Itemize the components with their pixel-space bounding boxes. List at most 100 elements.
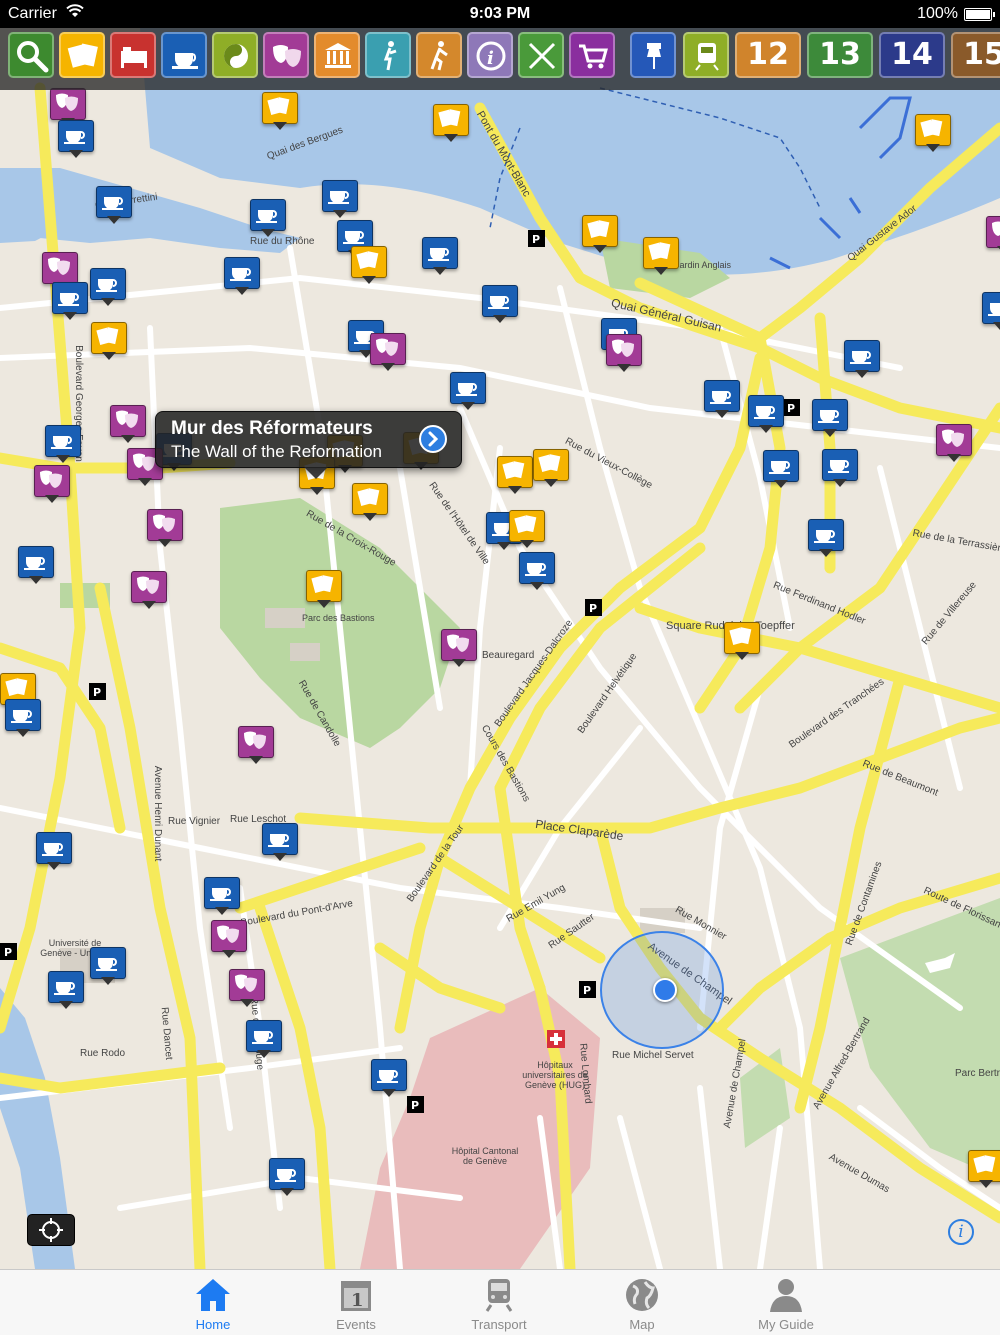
cafe-marker[interactable] — [748, 395, 784, 437]
cafe-marker[interactable] — [322, 180, 358, 222]
sight-icon — [514, 515, 537, 534]
cafe-marker[interactable] — [246, 1020, 282, 1062]
tab-map[interactable]: Map — [582, 1270, 702, 1335]
theater-marker[interactable] — [441, 629, 477, 671]
theater-marker[interactable] — [986, 216, 1000, 258]
cafe-marker[interactable] — [450, 372, 486, 414]
cafe-marker[interactable] — [982, 292, 1000, 334]
district-14-button[interactable]: 14 — [879, 32, 945, 78]
map-info-button[interactable]: i — [948, 1219, 974, 1245]
sights-category-button[interactable] — [59, 32, 105, 78]
cafe-marker[interactable] — [519, 552, 555, 594]
sight-marker[interactable] — [262, 92, 298, 134]
cafe-marker[interactable] — [224, 257, 260, 299]
district-13-button[interactable]: 13 — [807, 32, 873, 78]
wellness-icon — [224, 44, 248, 68]
user-location-dot — [653, 978, 677, 1002]
hotel-icon — [121, 47, 147, 68]
theater-marker[interactable] — [211, 920, 247, 962]
sight-marker[interactable] — [582, 215, 618, 257]
locate-me-button[interactable] — [27, 1214, 75, 1246]
cafe-icon — [11, 710, 32, 723]
cafe-marker[interactable] — [812, 399, 848, 441]
cafe-marker[interactable] — [18, 546, 54, 588]
cafe-marker[interactable] — [58, 120, 94, 162]
callout-disclosure-button[interactable] — [419, 425, 447, 453]
sight-marker[interactable] — [533, 449, 569, 491]
cafe-marker[interactable] — [262, 823, 298, 865]
category-toolbar: i 12 13 14 15 — [0, 28, 1000, 90]
sight-marker[interactable] — [643, 237, 679, 279]
theater-icon — [153, 514, 175, 532]
theater-marker[interactable] — [936, 424, 972, 466]
cafe-marker[interactable] — [371, 1059, 407, 1101]
cafe-marker[interactable] — [204, 877, 240, 919]
tab-events[interactable]: 1 Events — [296, 1270, 416, 1335]
tab-home[interactable]: Home — [153, 1270, 273, 1335]
cafe-marker[interactable] — [482, 285, 518, 327]
hotel-category-button[interactable] — [110, 32, 156, 78]
cafe-marker[interactable] — [422, 237, 458, 279]
cafe-marker[interactable] — [704, 380, 740, 422]
theater-marker[interactable] — [34, 465, 70, 507]
district-15-button[interactable]: 15 — [951, 32, 1000, 78]
theater-marker[interactable] — [147, 509, 183, 551]
cafe-marker[interactable] — [763, 450, 799, 492]
tab-my-guide[interactable]: My Guide — [726, 1270, 846, 1335]
cafe-icon — [456, 383, 477, 396]
clock: 9:03 PM — [469, 5, 531, 22]
pin-category-button[interactable] — [630, 32, 676, 78]
cafe-marker[interactable] — [36, 832, 72, 874]
cafe-marker[interactable] — [822, 449, 858, 491]
theater-category-button[interactable] — [263, 32, 309, 78]
search-category-button[interactable] — [8, 32, 54, 78]
person-icon — [770, 1279, 802, 1312]
sight-marker[interactable] — [351, 246, 387, 288]
nightlife-category-button[interactable] — [365, 32, 411, 78]
cafe-marker[interactable] — [96, 186, 132, 228]
theater-marker[interactable] — [110, 405, 146, 447]
sight-marker[interactable] — [724, 622, 760, 664]
cafe-marker[interactable] — [90, 947, 126, 989]
museum-category-button[interactable] — [314, 32, 360, 78]
restaurant-category-button[interactable] — [518, 32, 564, 78]
cafe-icon — [850, 351, 871, 364]
sight-marker[interactable] — [352, 483, 388, 525]
wellness-category-button[interactable] — [212, 32, 258, 78]
cafe-marker[interactable] — [808, 519, 844, 561]
sight-marker[interactable] — [497, 456, 533, 498]
cafe-marker[interactable] — [52, 282, 88, 324]
tab-events-label: Events — [336, 1317, 376, 1332]
cafe-category-button[interactable] — [161, 32, 207, 78]
cafe-marker[interactable] — [844, 340, 880, 382]
poi-callout[interactable]: Mur des Réformateurs The Wall of the Ref… — [155, 411, 462, 479]
sight-marker[interactable] — [91, 322, 127, 364]
cafe-marker[interactable] — [5, 699, 41, 741]
cafe-marker[interactable] — [48, 971, 84, 1013]
cafe-marker[interactable] — [45, 425, 81, 467]
theater-marker[interactable] — [606, 334, 642, 376]
theater-marker[interactable] — [131, 571, 167, 613]
theater-marker[interactable] — [229, 969, 265, 1011]
district-12-button[interactable]: 12 — [735, 32, 801, 78]
info-category-button[interactable]: i — [467, 32, 513, 78]
sight-marker[interactable] — [915, 114, 951, 156]
theater-marker[interactable] — [238, 726, 274, 768]
tab-transport[interactable]: Transport — [439, 1270, 559, 1335]
train-category-button[interactable] — [683, 32, 729, 78]
cafe-marker[interactable] — [90, 268, 126, 310]
shopping-category-button[interactable] — [569, 32, 615, 78]
sight-marker[interactable] — [968, 1150, 1000, 1192]
cafe-icon — [275, 1169, 296, 1182]
sight-marker[interactable] — [509, 510, 545, 552]
cafe-icon — [769, 461, 790, 474]
sight-marker[interactable] — [306, 570, 342, 612]
cafe-icon — [343, 231, 364, 244]
cafe-marker[interactable] — [250, 199, 286, 241]
sight-marker[interactable] — [433, 104, 469, 146]
theater-marker[interactable] — [370, 333, 406, 375]
theater-icon — [217, 925, 239, 943]
cafe-marker[interactable] — [269, 1158, 305, 1200]
map-view[interactable]: P P P P P P P Quai Général Guisan Pont d… — [0, 28, 1000, 1269]
hiking-category-button[interactable] — [416, 32, 462, 78]
